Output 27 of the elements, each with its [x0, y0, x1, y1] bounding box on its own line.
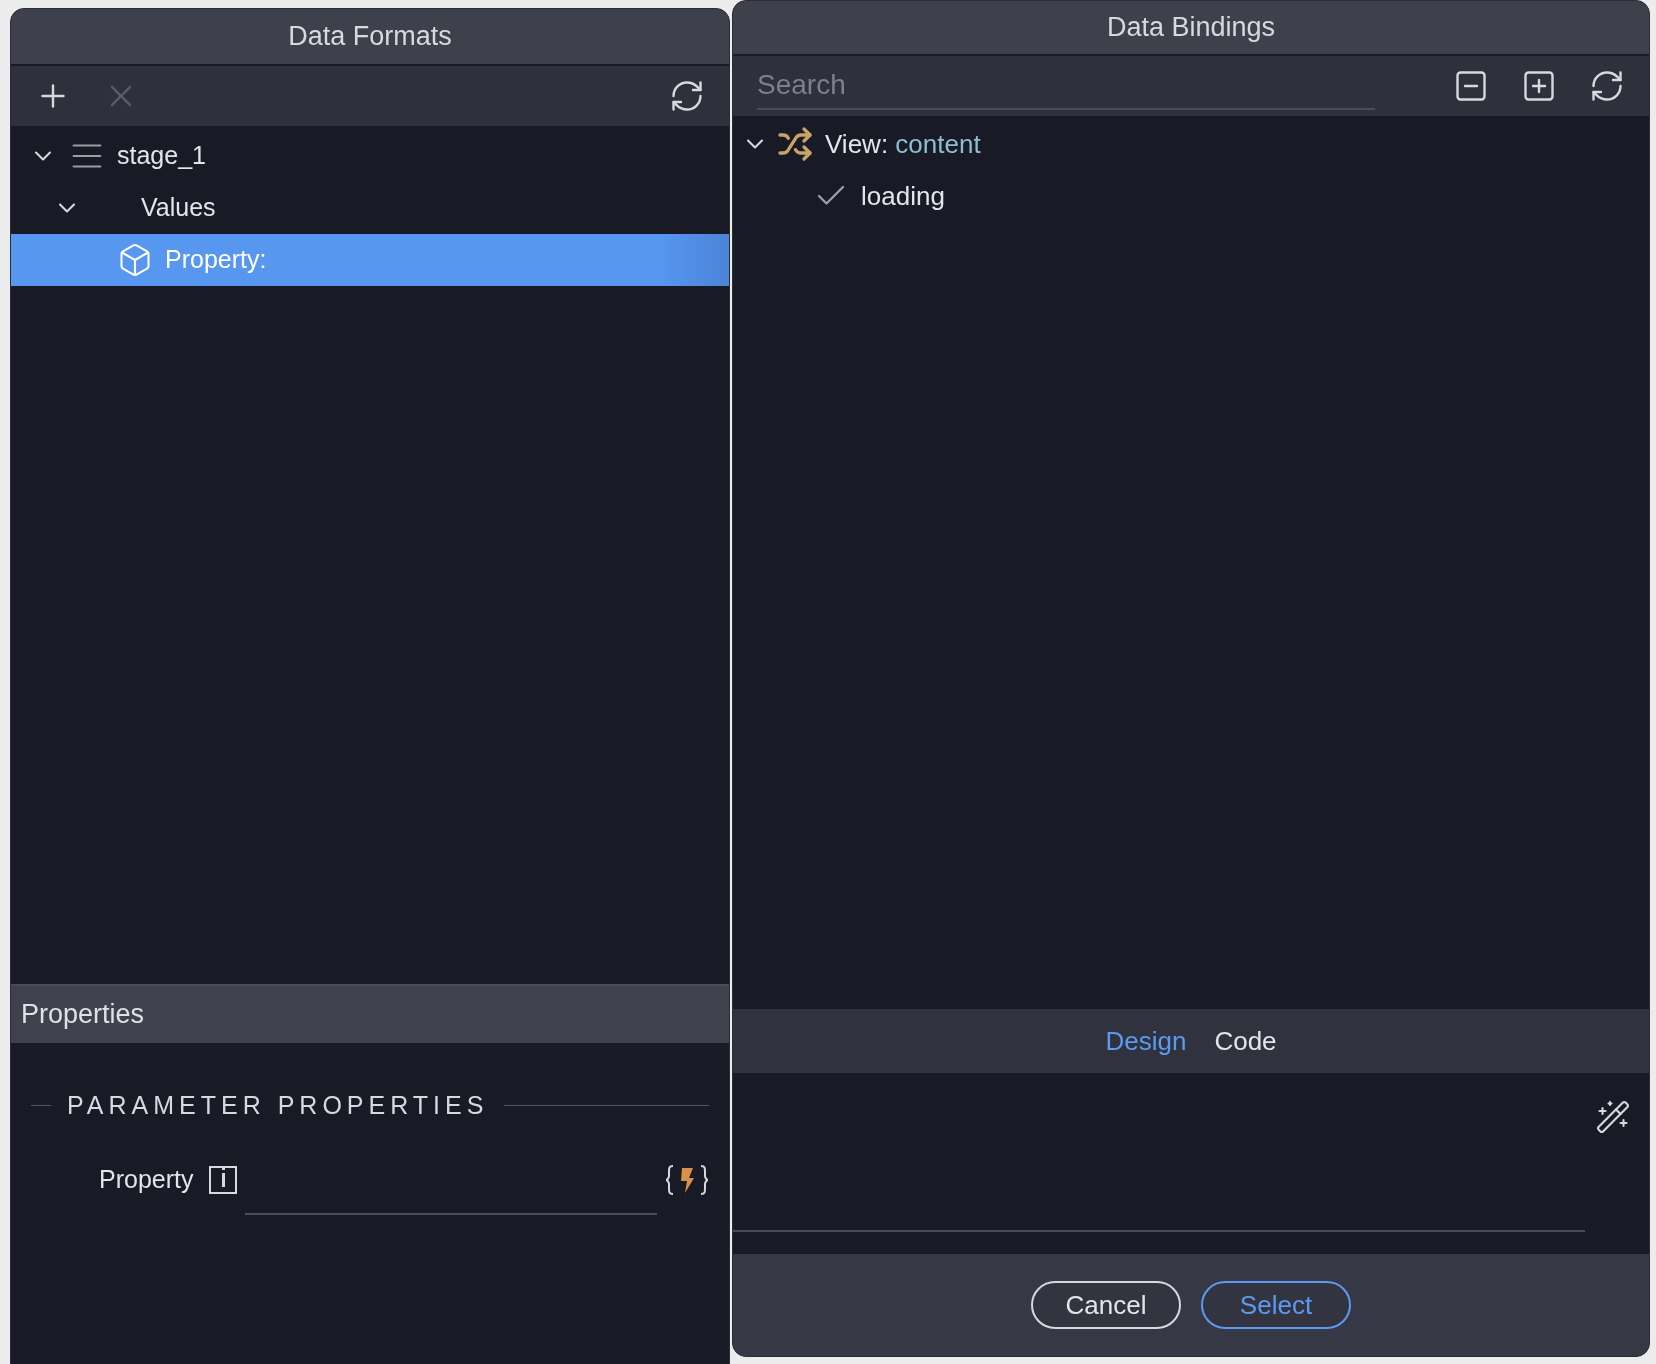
- tree-label: Property:: [165, 244, 267, 276]
- refresh-icon[interactable]: [669, 78, 705, 114]
- section-heading: PARAMETER PROPERTIES: [67, 1090, 489, 1121]
- search-field[interactable]: Search: [757, 62, 1375, 110]
- select-button[interactable]: Select: [1201, 1281, 1351, 1329]
- panel-title: Data Formats: [288, 20, 452, 54]
- cube-icon: [117, 242, 153, 278]
- tree-label: stage_1: [117, 140, 206, 172]
- info-icon[interactable]: [209, 1165, 238, 1194]
- tree-label[interactable]: View: content: [825, 124, 981, 164]
- view-tab[interactable]: Code: [1214, 1021, 1277, 1061]
- search-toolbar[interactable]: Search: [733, 56, 1649, 116]
- field-label: Property: [99, 1163, 194, 1195]
- panel-title: Data Bindings: [1106, 11, 1276, 45]
- plus-square-icon[interactable]: [1521, 68, 1557, 104]
- tree-label[interactable]: loading: [861, 176, 945, 216]
- minus-square-icon[interactable]: [1453, 68, 1489, 104]
- tree-row[interactable]: stage_1: [11, 130, 729, 182]
- cancel-button[interactable]: Cancel: [1031, 1281, 1181, 1329]
- shuffle-icon: [777, 126, 813, 162]
- tree-label: Values: [141, 192, 216, 224]
- code-bolt-icon[interactable]: [665, 1163, 709, 1196]
- magic-wand-icon[interactable]: [1595, 1099, 1631, 1135]
- tree-row[interactable]: Values: [11, 182, 729, 234]
- view-tab[interactable]: Design: [1105, 1021, 1187, 1061]
- properties-title: Properties: [21, 998, 145, 1032]
- refresh-icon[interactable]: [1589, 68, 1625, 104]
